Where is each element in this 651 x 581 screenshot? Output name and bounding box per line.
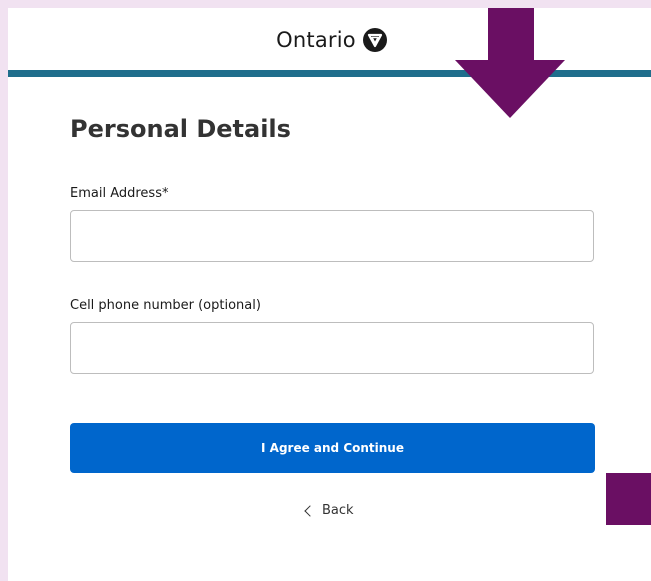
email-field[interactable] [70, 210, 594, 262]
back-link[interactable]: Back [304, 503, 354, 518]
cell-phone-field[interactable] [70, 322, 594, 374]
page-title: Personal Details [70, 115, 291, 143]
brand-name: Ontario [276, 28, 356, 52]
back-label: Back [322, 503, 354, 518]
agree-and-continue-button[interactable]: I Agree and Continue [70, 423, 595, 473]
chevron-left-icon [304, 505, 316, 517]
square-annotation [606, 473, 651, 525]
ontario-logo-link[interactable]: Ontario [276, 28, 387, 52]
ontario-trillium-icon [362, 28, 387, 52]
down-arrow-annotation-icon [455, 0, 565, 118]
email-label: Email Address* [70, 186, 169, 201]
cell-phone-label: Cell phone number (optional) [70, 298, 261, 313]
